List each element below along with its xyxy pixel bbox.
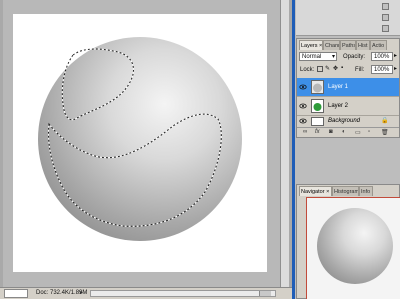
layer-thumbnail (311, 117, 324, 126)
layers-panel: Layers × Chann Paths Hist Actio Normal ▾… (296, 38, 400, 138)
dock-expand-icon[interactable] (382, 25, 389, 32)
dock-top-area (296, 0, 400, 36)
lock-row: Lock: ✎ ✥ ▪ Fill: 100% ▸ (297, 65, 399, 76)
horizontal-scrollbar[interactable] (90, 290, 276, 297)
gray-sphere (38, 37, 242, 241)
opacity-slider-icon[interactable]: ▸ (394, 52, 397, 59)
lock-label: Lock: (300, 67, 315, 73)
layer-row-background[interactable]: Background 🔒 (297, 116, 399, 127)
blend-mode-value: Normal (302, 54, 322, 60)
status-menu-arrow-icon[interactable]: ▸ (80, 289, 83, 296)
tab-layers[interactable]: Layers × (299, 40, 323, 50)
fill-field[interactable]: 100% (371, 65, 393, 74)
layer-thumbnail (311, 80, 324, 94)
dock-collapse-icon[interactable] (382, 14, 389, 21)
new-layer-icon[interactable]: ▫ (368, 129, 370, 135)
layer-name: Background (328, 118, 361, 124)
fill-label: Fill: (355, 67, 365, 73)
tab-navigator[interactable]: Navigator × (299, 186, 332, 196)
tab-history[interactable]: Hist (356, 40, 370, 50)
fx-icon[interactable]: fx (315, 129, 320, 135)
link-icon[interactable]: ∞ (303, 129, 307, 135)
layers-panel-tabs: Layers × Chann Paths Hist Actio (297, 40, 399, 50)
fill-slider-icon[interactable]: ▸ (394, 65, 397, 72)
tab-label: Navigator (301, 189, 325, 195)
lock-all-icon[interactable]: ▪ (341, 65, 343, 71)
zoom-field[interactable] (4, 289, 28, 298)
trash-icon[interactable]: 🗑 (381, 129, 389, 136)
chevron-down-icon: ▾ (331, 54, 335, 60)
layer-row-layer-2[interactable]: Layer 2 (297, 97, 399, 116)
tab-actions[interactable]: Actio (370, 40, 387, 50)
blend-row: Normal ▾ Opacity: 100% ▸ (297, 52, 399, 63)
lock-image-icon[interactable]: ✎ (325, 65, 330, 72)
tab-histogram[interactable]: Histogram (332, 186, 359, 196)
canvas-area[interactable] (3, 0, 280, 287)
folder-icon[interactable]: ▭ (355, 129, 361, 136)
document-canvas[interactable] (13, 14, 267, 272)
status-bar: Doc: 732.4K/1.89M ▸ (0, 287, 292, 299)
navigator-panel: Navigator × Histogram Info (296, 184, 400, 299)
layer-name: Layer 2 (328, 103, 349, 109)
layer-thumbnail (311, 99, 324, 113)
lock-icon: 🔒 (381, 118, 389, 124)
navigator-panel-tabs: Navigator × Histogram Info (297, 186, 399, 196)
layer-name: Layer 1 (328, 84, 349, 90)
layers-bottom-toolbar: ∞ fx ◙ ◐ ▭ ▫ 🗑 (297, 127, 399, 137)
eye-icon[interactable] (299, 83, 307, 91)
eye-icon[interactable] (299, 102, 307, 110)
tab-channels[interactable]: Chann (323, 40, 340, 50)
eye-icon[interactable] (299, 117, 307, 125)
blend-mode-select[interactable]: Normal ▾ (299, 52, 337, 61)
mask-icon[interactable]: ◙ (329, 129, 333, 135)
opacity-field[interactable]: 100% (371, 52, 393, 61)
lock-transparent-icon[interactable] (317, 66, 323, 72)
layer-row-layer-1[interactable]: Layer 1 (297, 78, 399, 97)
vertical-scrollbar[interactable] (280, 0, 289, 287)
sphere-artwork (38, 37, 242, 241)
adjustment-icon[interactable]: ◐ (342, 129, 346, 135)
lock-position-icon[interactable]: ✥ (333, 65, 338, 72)
dock-minimize-icon[interactable] (382, 3, 389, 10)
tab-label: Layers (301, 43, 318, 49)
dock-divider[interactable] (292, 0, 295, 299)
opacity-label: Opacity: (343, 54, 366, 60)
tab-paths[interactable]: Paths (340, 40, 356, 50)
scrollbar-thumb[interactable] (259, 291, 271, 296)
navigator-thumbnail (317, 208, 393, 284)
tab-info[interactable]: Info (359, 186, 373, 196)
navigator-preview[interactable] (306, 197, 400, 299)
document-workspace: Doc: 732.4K/1.89M ▸ (0, 0, 292, 299)
